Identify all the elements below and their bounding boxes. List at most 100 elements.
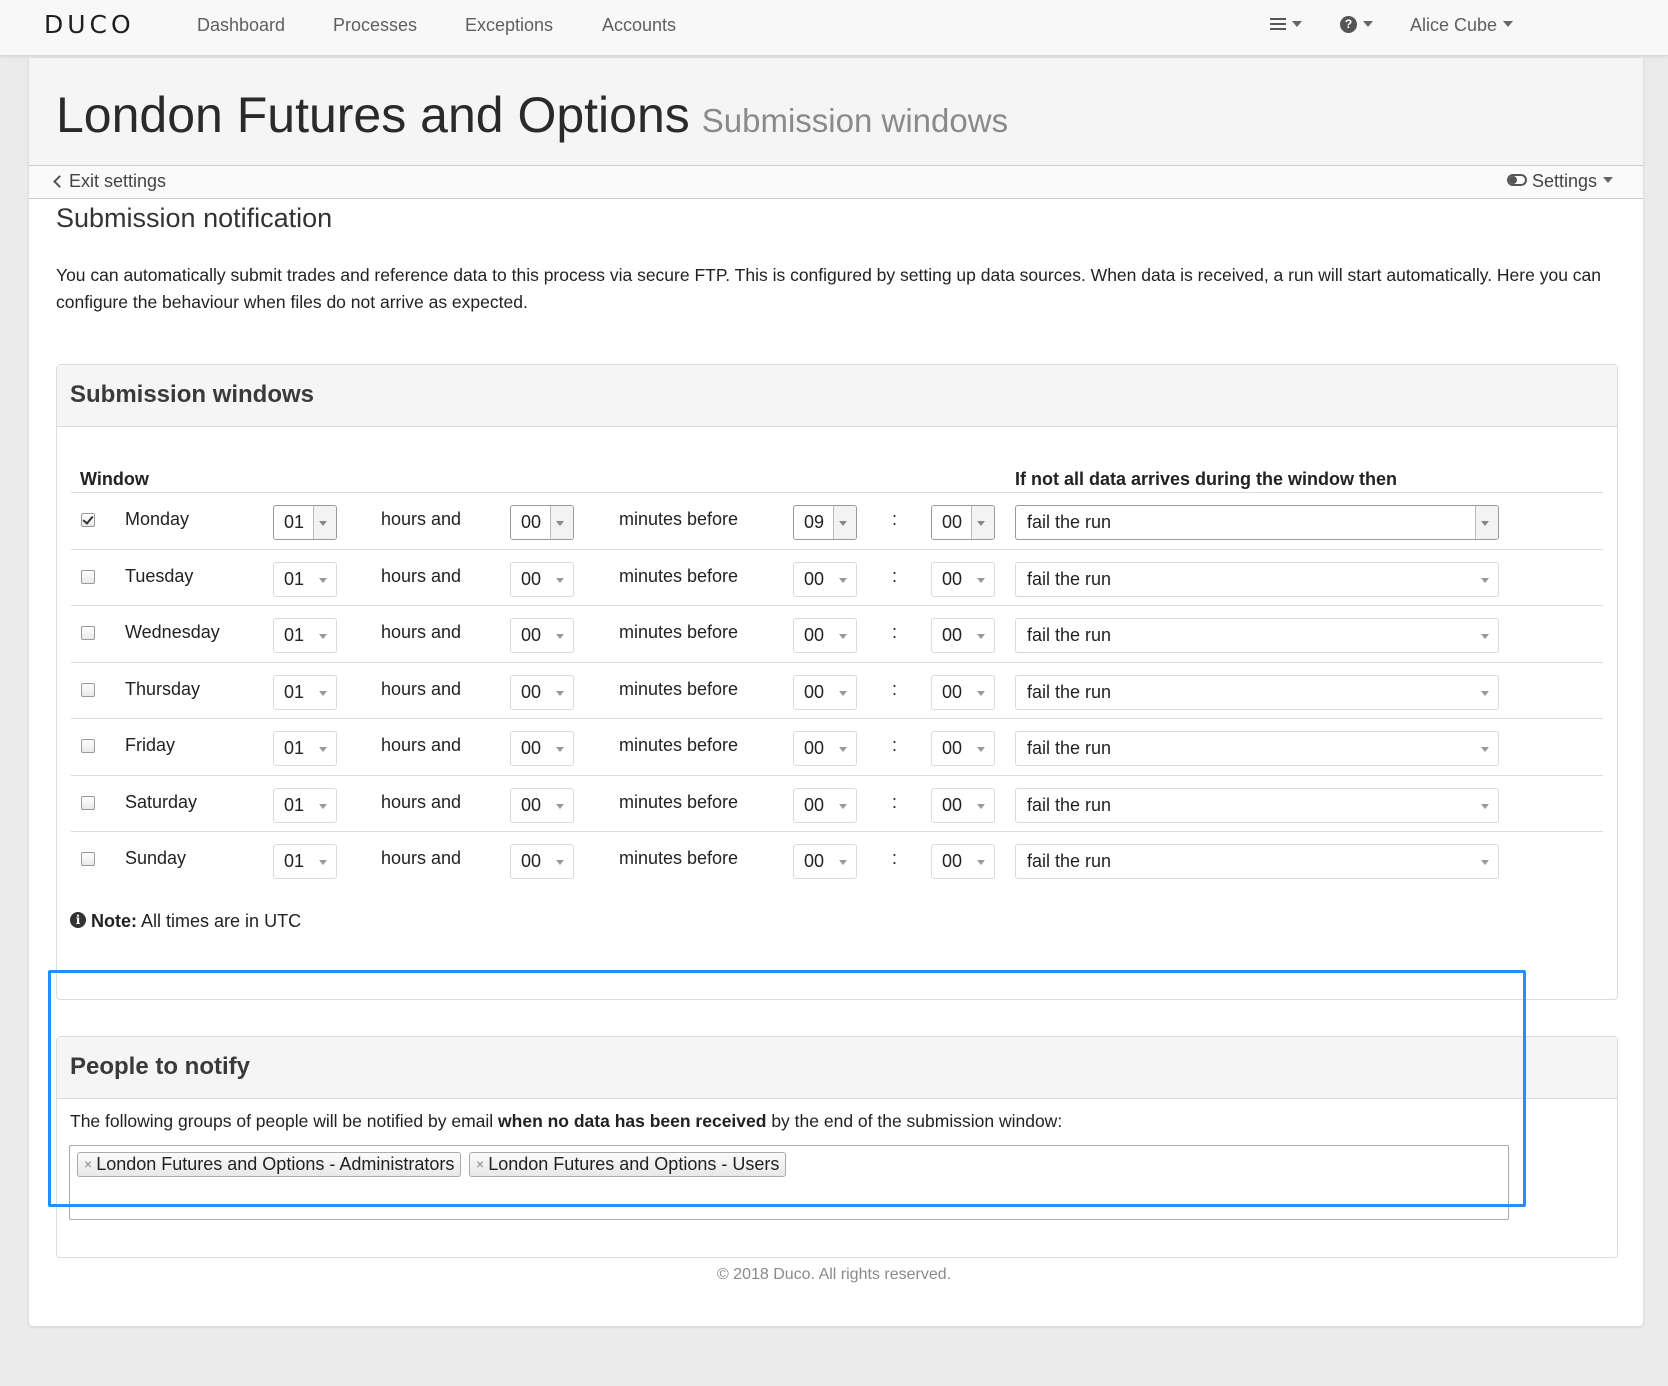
day-label: Wednesday: [125, 622, 220, 642]
day-enabled-checkbox[interactable]: [81, 795, 95, 810]
caret-down-icon: [319, 860, 327, 865]
caret-down-icon: [319, 747, 327, 752]
end-hour-select[interactable]: 00: [793, 731, 857, 766]
action-value: fail the run: [1027, 512, 1112, 532]
day-enabled-checkbox[interactable]: [81, 569, 95, 584]
minutes-select[interactable]: 00: [510, 505, 574, 540]
action-select[interactable]: fail the run: [1015, 731, 1499, 766]
day-enabled-checkbox[interactable]: [81, 852, 95, 866]
user-menu[interactable]: Alice Cube: [1410, 15, 1514, 36]
end-minute-select[interactable]: 00: [931, 844, 995, 879]
minutes-before-label: minutes before: [619, 509, 739, 529]
settings-subnav: Exit settings Settings: [29, 165, 1643, 199]
hours-select[interactable]: 01: [273, 844, 337, 879]
caret-down-icon: [1481, 634, 1489, 639]
end-minute-select[interactable]: 00: [931, 674, 995, 710]
day-enabled-checkbox[interactable]: [81, 739, 95, 753]
hours-and-label: hours and: [381, 565, 462, 586]
day-enabled-checkbox[interactable]: [81, 626, 95, 640]
caret-down-icon: [556, 803, 564, 809]
hours-select[interactable]: 01: [273, 505, 337, 540]
caret-down-icon: [556, 860, 564, 865]
caret-down-icon: [319, 634, 327, 639]
day-label: Monday: [125, 509, 190, 529]
caret-down-icon: [977, 634, 985, 639]
minutes-before-label: minutes before: [619, 678, 739, 699]
end-hour-select[interactable]: 00: [793, 561, 857, 597]
action-select[interactable]: fail the run: [1015, 674, 1499, 710]
minutes-before-label: minutes before: [619, 622, 739, 642]
exit-settings-link[interactable]: Exit settings: [53, 171, 166, 192]
end-hour-select[interactable]: 00: [793, 674, 857, 710]
minutes-select[interactable]: 00: [510, 787, 574, 823]
action-select[interactable]: fail the run: [1015, 618, 1499, 653]
caret-down-icon: [977, 860, 985, 865]
hours-select[interactable]: 01: [273, 731, 337, 766]
chevron-left-icon: [53, 175, 66, 188]
action-value: fail the run: [1027, 568, 1112, 589]
day-label: Tuesday: [125, 565, 194, 586]
day-enabled-checkbox[interactable]: [81, 682, 95, 697]
end-minute-select[interactable]: 00: [931, 731, 995, 766]
hours-and-label: hours and: [381, 509, 462, 529]
end-minute-select[interactable]: 00: [931, 561, 995, 597]
minutes-before-label: minutes before: [619, 735, 739, 755]
title-band: London Futures and Options Submission win…: [29, 58, 1643, 165]
end-hour-value: 00: [804, 794, 825, 815]
settings-dropdown[interactable]: Settings: [1506, 171, 1613, 192]
toggle-icon: [1506, 174, 1527, 187]
day-label: Saturday: [125, 791, 198, 812]
minutes-select[interactable]: 00: [510, 561, 574, 597]
end-minute-value: 00: [942, 681, 963, 702]
nav-accounts[interactable]: Accounts: [602, 15, 676, 36]
caret-down-icon: [1481, 577, 1489, 583]
action-select[interactable]: fail the run: [1015, 787, 1499, 823]
minutes-select[interactable]: 00: [510, 618, 574, 653]
window-row-sunday: Sunday 01 hours and 00 minutes before 00: 00 fa…: [71, 831, 1603, 888]
question-circle-icon: ?: [1340, 15, 1357, 33]
nav-dashboard[interactable]: Dashboard: [197, 15, 285, 36]
end-minute-select[interactable]: 00: [931, 787, 995, 823]
nav-processes[interactable]: Processes: [333, 15, 417, 36]
caret-down-icon: [839, 521, 847, 526]
action-select[interactable]: fail the run: [1015, 505, 1499, 540]
help-dropdown[interactable]: ?: [1340, 15, 1373, 36]
end-minute-select[interactable]: 00: [931, 505, 995, 540]
caret-down-icon: [1481, 521, 1489, 526]
day-enabled-checkbox[interactable]: [81, 513, 95, 527]
end-hour-select[interactable]: 09: [793, 505, 857, 540]
caret-down-icon: [1503, 21, 1514, 28]
end-hour-select[interactable]: 00: [793, 787, 857, 823]
section-title: Submission notification: [56, 203, 333, 233]
hours-select[interactable]: 01: [273, 618, 337, 653]
minutes-select[interactable]: 00: [510, 731, 574, 766]
minutes-value: 00: [521, 568, 542, 589]
end-hour-select[interactable]: 00: [793, 618, 857, 653]
hours-value: 01: [284, 625, 305, 645]
caret-down-icon: [1363, 21, 1373, 28]
action-select[interactable]: fail the run: [1015, 561, 1499, 597]
caret-down-icon: [556, 634, 564, 639]
menu-dropdown[interactable]: [1270, 15, 1302, 36]
window-row-friday: Friday 01 hours and 00 minutes before 00: 00 fa…: [71, 718, 1603, 775]
minutes-before-label: minutes before: [619, 848, 739, 868]
window-row-saturday: Saturday 01 hours and 00 minutes before 00: 00…: [71, 774, 1603, 832]
caret-down-icon: [1481, 860, 1489, 865]
hours-select[interactable]: 01: [273, 561, 337, 597]
minutes-select[interactable]: 00: [510, 674, 574, 710]
window-row-tuesday: Tuesday 01 hours and 00 minutes before 00: 00 f…: [71, 548, 1603, 606]
end-minute-select[interactable]: 00: [931, 618, 995, 653]
utc-note: i Note: All times are in UTC: [70, 911, 301, 932]
minutes-select[interactable]: 00: [510, 844, 574, 879]
hours-select[interactable]: 01: [273, 787, 337, 823]
end-minute-value: 00: [942, 794, 963, 815]
action-value: fail the run: [1027, 738, 1112, 758]
end-hour-value: 00: [804, 625, 825, 645]
submission-windows-panel: Submission windows Window If not all dat…: [56, 364, 1618, 1000]
end-hour-select[interactable]: 00: [793, 844, 857, 879]
duco-logo[interactable]: DUCO: [44, 10, 135, 39]
hours-select[interactable]: 01: [273, 674, 337, 710]
nav-exceptions[interactable]: Exceptions: [465, 15, 553, 36]
caret-down-icon: [977, 747, 985, 752]
action-select[interactable]: fail the run: [1015, 844, 1499, 879]
